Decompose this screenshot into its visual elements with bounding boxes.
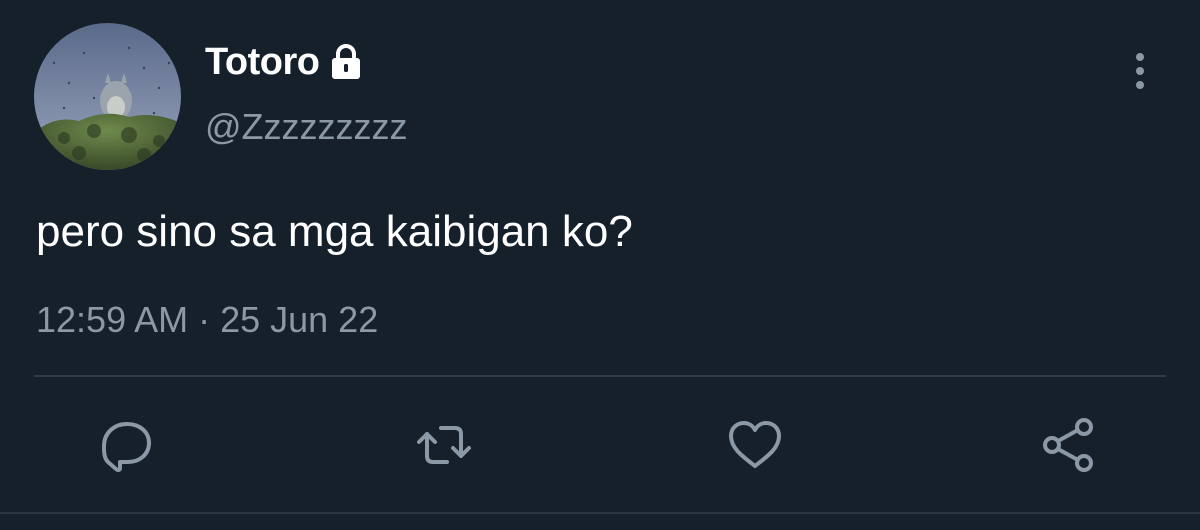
lock-icon	[327, 43, 365, 81]
display-name-row: Totoro	[205, 39, 365, 85]
like-button[interactable]	[722, 412, 788, 478]
vertical-ellipsis-icon	[1136, 53, 1144, 89]
tweet-timestamp[interactable]: 12:59 AM · 25 Jun 22	[36, 297, 378, 343]
bottom-divider	[0, 512, 1200, 514]
user-handle[interactable]: @Zzzzzzzzz	[205, 104, 408, 150]
reply-button[interactable]	[94, 412, 160, 478]
speech-bubble-icon	[102, 422, 151, 473]
retweet-arrows-icon	[417, 426, 471, 464]
tweet-text: pero sino sa mga kaibigan ko?	[36, 207, 633, 256]
divider	[34, 375, 1166, 377]
retweet-button[interactable]	[411, 412, 477, 478]
display-name[interactable]: Totoro	[205, 39, 320, 85]
share-button[interactable]	[1036, 412, 1102, 478]
heart-icon	[729, 421, 781, 468]
share-nodes-icon	[1043, 418, 1093, 472]
avatar[interactable]	[34, 23, 181, 170]
more-options-button[interactable]	[1126, 50, 1154, 94]
avatar-image	[34, 23, 181, 170]
